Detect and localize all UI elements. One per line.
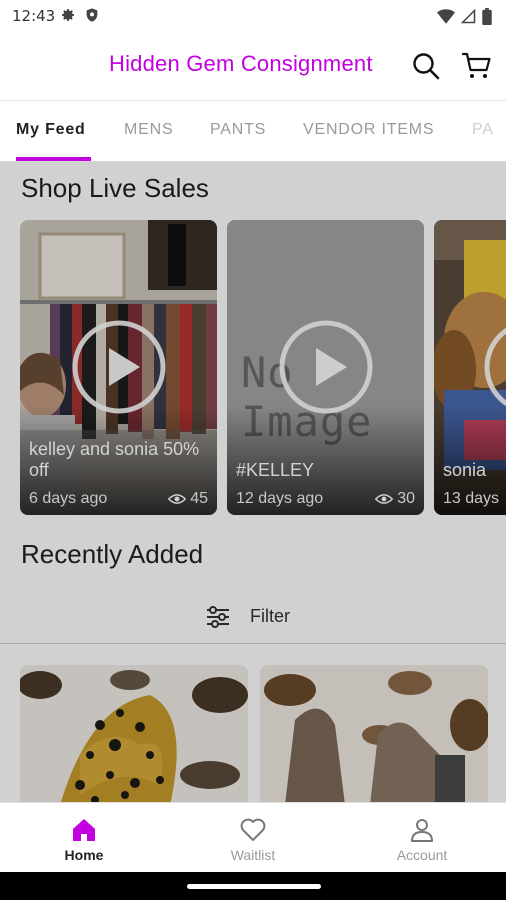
sale-name: kelley and sonia 50% off (29, 439, 200, 480)
recently-added-title: Recently Added (21, 539, 204, 569)
live-sale-card[interactable]: No Image #KELLEY 12 days ago 30 (227, 220, 424, 515)
home-icon (73, 819, 95, 841)
signal-icon (461, 9, 476, 24)
divider (0, 643, 506, 644)
status-time: 12:43 (12, 7, 56, 25)
person-icon (410, 819, 434, 842)
view-count: 45 (168, 490, 208, 508)
sale-time: 12 days ago (236, 490, 324, 507)
play-icon[interactable] (277, 318, 375, 416)
product-card[interactable] (260, 665, 488, 802)
bottom-nav: Home Waitlist Account (0, 802, 506, 872)
tab-my-feed[interactable]: My Feed (16, 121, 86, 139)
product-photo (20, 665, 248, 802)
eye-icon (375, 494, 394, 504)
play-icon[interactable] (482, 318, 506, 416)
product-card[interactable] (20, 665, 248, 802)
tab-vendor-items[interactable]: VENDOR ITEMS (303, 121, 434, 139)
sale-name: #KELLEY (236, 460, 315, 480)
tab-partial[interactable]: PA (472, 121, 494, 139)
wifi-icon (437, 8, 455, 24)
cart-icon[interactable] (461, 50, 493, 82)
system-gesture-bar (0, 872, 506, 900)
heart-icon (240, 818, 266, 841)
app-title: Hidden Gem Consignment (109, 51, 373, 76)
nav-account-label: Account (396, 847, 448, 863)
view-count-value: 45 (190, 490, 208, 507)
feed-content[interactable]: Shop Live Sales kelley and sonia 50% off… (0, 162, 506, 802)
category-tabs: My Feed MENS PANTS VENDOR ITEMS PA (0, 100, 506, 162)
sale-time: 13 days (443, 490, 500, 507)
home-gesture-handle[interactable] (187, 884, 321, 889)
live-sales-title: Shop Live Sales (21, 173, 209, 203)
nav-home[interactable]: Home (0, 803, 168, 873)
sale-name: sonia (443, 460, 487, 480)
eye-icon (168, 494, 187, 504)
nav-account[interactable]: Account (338, 803, 506, 873)
live-sale-card[interactable]: kelley and sonia 50% off 6 days ago 45 (20, 220, 217, 515)
play-icon[interactable] (70, 318, 168, 416)
view-count: 30 (375, 490, 415, 508)
product-photo (260, 665, 488, 802)
tab-mens[interactable]: MENS (124, 121, 173, 139)
filter-button[interactable]: Filter (0, 592, 506, 642)
filter-icon (207, 606, 229, 628)
filter-label: Filter (250, 606, 290, 626)
live-sale-card[interactable]: sonia 13 days (434, 220, 506, 515)
search-icon[interactable] (411, 51, 441, 81)
app-header: Hidden Gem Consignment (0, 32, 506, 100)
battery-icon (482, 8, 492, 25)
tab-indicator (16, 157, 91, 161)
sale-time: 6 days ago (29, 490, 108, 507)
shield-icon (86, 8, 98, 22)
nav-waitlist-label: Waitlist (230, 847, 276, 863)
nav-home-label: Home (64, 847, 104, 863)
tab-pants[interactable]: PANTS (210, 121, 266, 139)
settings-icon (62, 9, 74, 21)
view-count-value: 30 (397, 490, 415, 507)
status-bar: 12:43 (0, 0, 506, 32)
nav-waitlist[interactable]: Waitlist (169, 803, 337, 873)
